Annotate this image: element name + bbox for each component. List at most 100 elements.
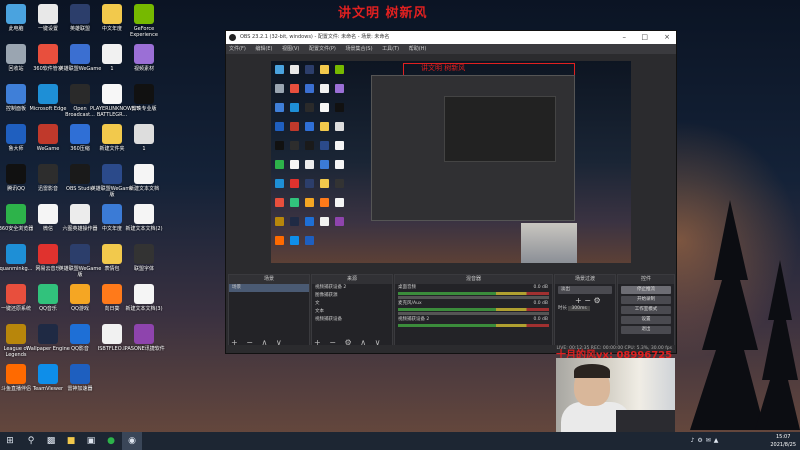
start-recording-button[interactable]: 开始录制 (621, 296, 671, 304)
preview-desktop-icon (275, 179, 284, 188)
task-view-icon[interactable]: ▩ (42, 432, 60, 450)
menu-view[interactable]: 视图(V) (282, 46, 299, 52)
app-icon (6, 284, 26, 304)
preview-desktop-icon (290, 141, 299, 150)
start-icon[interactable]: ⊞ (0, 432, 20, 450)
menu-tools[interactable]: 工具(T) (382, 46, 399, 52)
studio-mode-button[interactable]: 工作室模式 (621, 306, 671, 314)
source-item[interactable]: 文本 (312, 308, 392, 316)
desktop-icon[interactable]: 联盟字体 (122, 244, 166, 272)
preview-desktop-icon (335, 160, 344, 169)
volume-slider[interactable] (398, 312, 549, 315)
preview-desktop-icon (305, 65, 314, 74)
file-explorer-icon[interactable]: ■ (62, 432, 80, 450)
menu-edit[interactable]: 编辑(E) (255, 46, 272, 52)
browser-icon[interactable]: ● (102, 432, 120, 450)
desktop-icon[interactable]: 新建文本文档(2) (122, 204, 166, 232)
close-icon[interactable]: × (664, 31, 670, 44)
preview-desktop-icon (290, 217, 299, 226)
nested-inner-preview (444, 96, 556, 162)
preview-desktop-icon (275, 103, 284, 112)
desktop-icon[interactable]: 新建文本文档 (122, 164, 166, 192)
system-clock[interactable]: 15:07 2021/8/25 (770, 433, 796, 449)
settings-button[interactable]: 设置 (621, 316, 671, 324)
app-icon (102, 324, 122, 344)
app-icon (70, 204, 90, 224)
preview-desktop-icon (305, 141, 314, 150)
menu-profile[interactable]: 配置文件(P) (309, 46, 336, 52)
minimize-icon[interactable]: – (623, 31, 627, 44)
source-item[interactable]: 视频捕获设备 2 (312, 284, 392, 292)
app-icon (38, 164, 58, 184)
controls-panel: 控件 停止推流 开始录制 工作室模式 设置 退出 (617, 274, 675, 350)
app-icon (6, 244, 26, 264)
transitions-header: 场景过渡 (555, 275, 615, 284)
desktop-icon[interactable]: 新建文本文档(3) (122, 284, 166, 312)
tray-icons[interactable]: ♪⚙✉▲ (676, 432, 736, 450)
obs-taskbar-icon[interactable]: ◉ (122, 432, 142, 450)
desktop-icon[interactable]: GeForce Experience (122, 4, 166, 38)
app-icon (38, 44, 58, 64)
app-icon (38, 124, 58, 144)
desktop-icon-label: 联盟字体 (133, 266, 154, 272)
store-icon[interactable]: ▣ (82, 432, 100, 450)
app-icon (70, 324, 90, 344)
volume-slider[interactable] (398, 296, 549, 299)
app-icon (70, 284, 90, 304)
preview-desktop-icon (335, 217, 344, 226)
menu-scene-collection[interactable]: 场景集合(S) (345, 46, 372, 52)
app-icon (6, 4, 26, 24)
menu-file[interactable]: 文件(F) (229, 46, 246, 52)
app-icon (134, 244, 154, 264)
app-icon (134, 164, 154, 184)
app-icon (6, 44, 26, 64)
transition-add-remove[interactable]: + − ⚙ (555, 296, 615, 305)
app-icon (102, 4, 122, 24)
preview-desktop-icon (305, 198, 314, 207)
desktop-icon-label: GeForce Experience (130, 26, 158, 38)
clock-date: 2021/8/25 (770, 442, 796, 448)
app-icon (70, 84, 90, 104)
preview-desktop-icon (305, 217, 314, 226)
exit-button[interactable]: 退出 (621, 326, 671, 334)
app-icon (6, 204, 26, 224)
scenes-header: 场景 (229, 275, 309, 284)
app-icon (70, 4, 90, 24)
preview-desktop-icon (275, 65, 284, 74)
desktop-icon[interactable]: IPASONE讯捷软件 (122, 324, 166, 352)
preview-desktop-icon (320, 103, 329, 112)
tree-silhouettes (690, 200, 800, 430)
preview-desktop-icon (335, 84, 344, 93)
preview-desktop-icon (320, 65, 329, 74)
source-item[interactable]: 文 (312, 300, 392, 308)
preview-desktop-icon (290, 236, 299, 245)
preview-desktop-icon (320, 141, 329, 150)
obs-titlebar[interactable]: OBS 23.2.1 (32-bit, windows) - 配置文件: 未命名… (226, 31, 676, 44)
obs-preview[interactable]: 讲文明 树新风 (271, 61, 631, 263)
app-icon (102, 284, 122, 304)
taskbar: ⊞ ⚲ ▩ ■ ▣ ● ◉ 15:07 2021/8/25 ♪⚙✉▲ (0, 432, 800, 450)
desktop-icon[interactable]: 视频素材 (122, 44, 166, 72)
audio-meter (398, 292, 549, 295)
transition-duration: 时长 300ms (555, 305, 615, 312)
sources-panel: 来源 视频捕获设备 2 图像捕获源 文 文本 视频捕获设备 + − ⚙ ∧ ∨ (311, 274, 393, 350)
menu-help[interactable]: 帮助(H) (409, 46, 427, 52)
preview-desktop-icon (275, 84, 284, 93)
desktop-icon[interactable]: 雷神加速器 (58, 364, 102, 392)
transition-select[interactable]: 淡出 (558, 286, 612, 294)
desktop-icon[interactable]: 剪映专业版 (122, 84, 166, 112)
preview-desktop-icon (290, 179, 299, 188)
obs-window[interactable]: OBS 23.2.1 (32-bit, windows) - 配置文件: 未命名… (225, 30, 677, 354)
app-icon (134, 204, 154, 224)
preview-webcam (521, 223, 577, 263)
desktop-icon[interactable]: 1 (122, 124, 166, 152)
scene-item[interactable]: 场景 (229, 284, 309, 292)
search-icon[interactable]: ⚲ (22, 432, 40, 450)
source-item[interactable]: 视频捕获设备 (312, 316, 392, 324)
app-icon (38, 284, 58, 304)
app-icon (38, 84, 58, 104)
stop-streaming-button[interactable]: 停止推流 (621, 286, 671, 294)
app-icon (102, 164, 122, 184)
source-item[interactable]: 图像捕获源 (312, 292, 392, 300)
maximize-icon[interactable]: □ (641, 31, 648, 44)
